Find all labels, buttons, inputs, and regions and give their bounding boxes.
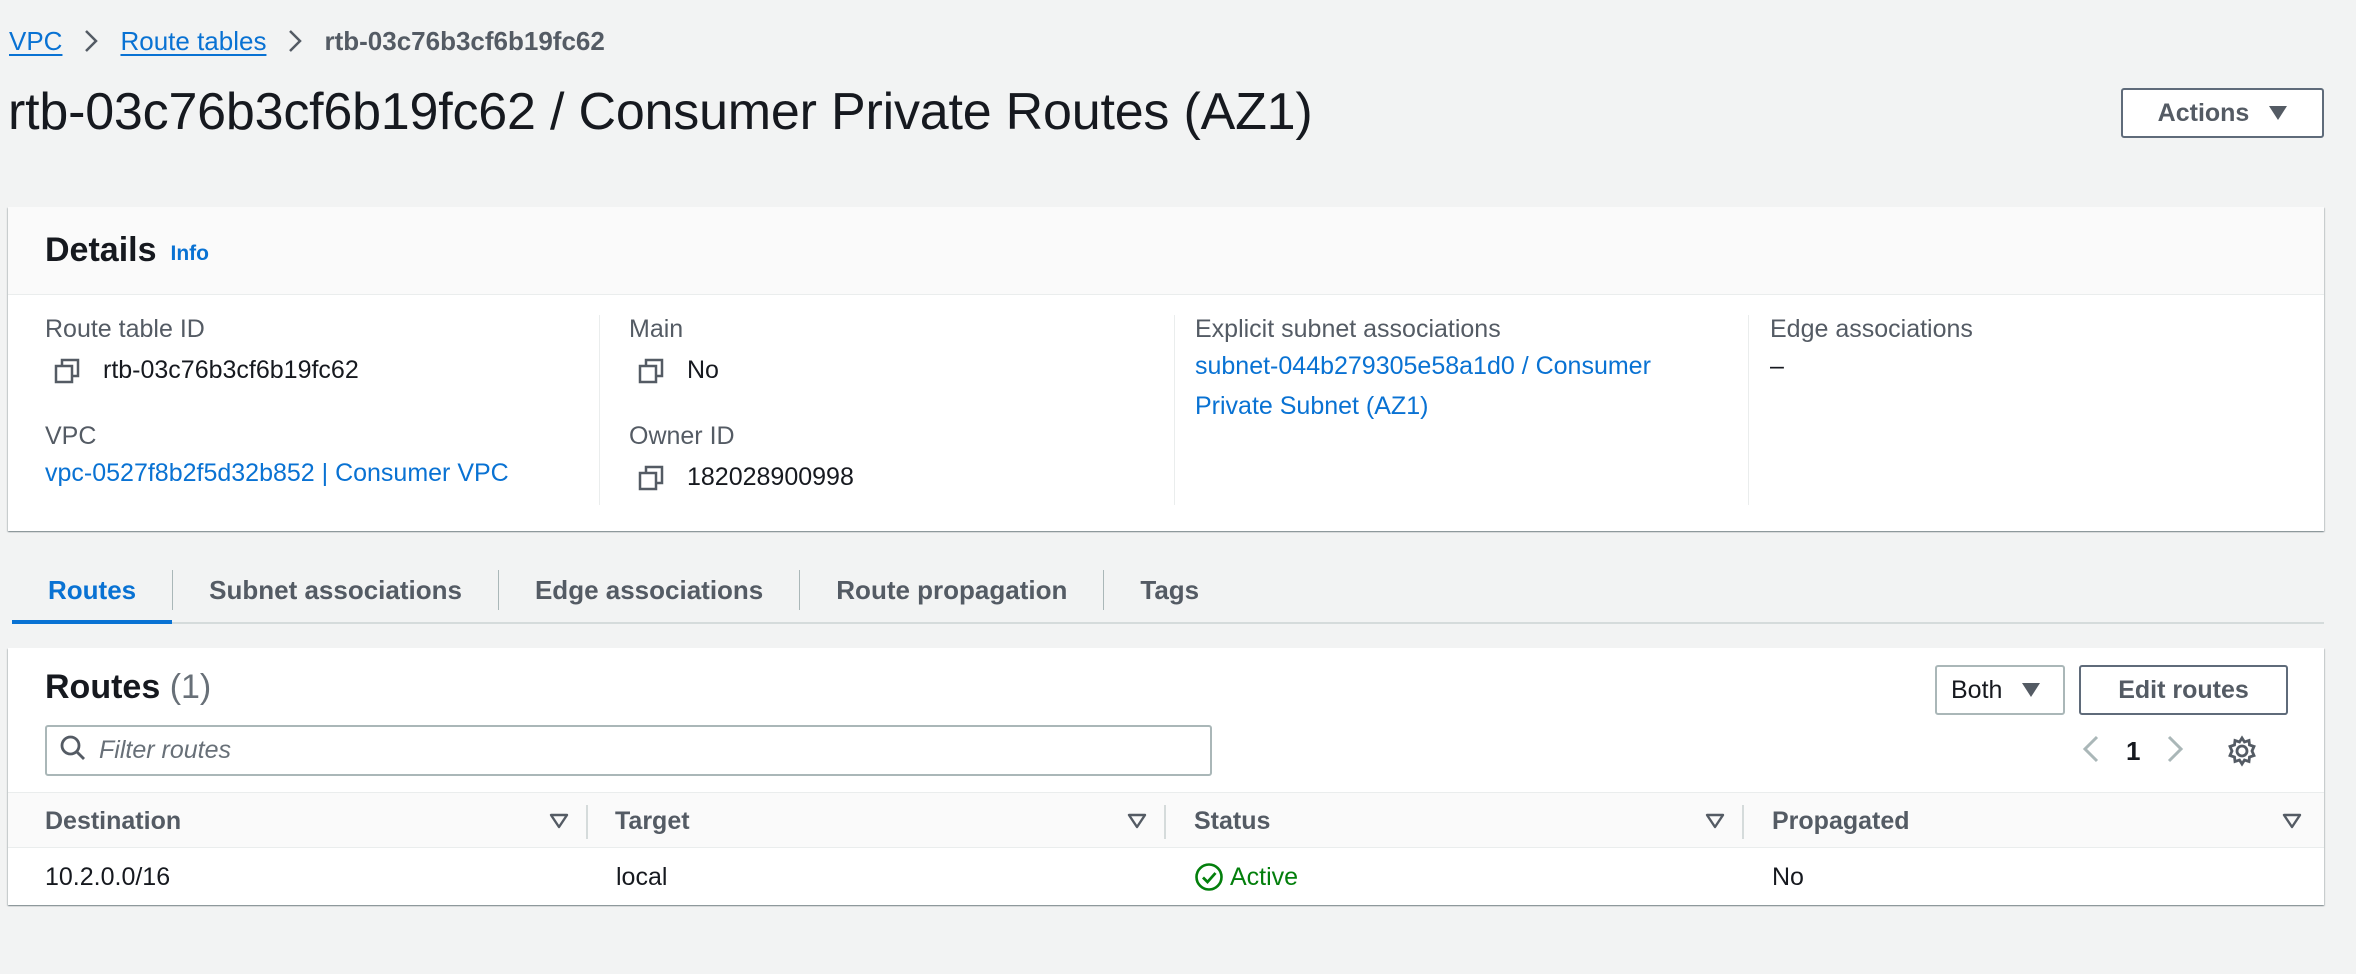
search-icon bbox=[59, 734, 87, 767]
breadcrumb-current: rtb-03c76b3cf6b19fc62 bbox=[324, 25, 605, 56]
details-col-edge: Edge associations – bbox=[1770, 315, 2310, 505]
explicit-subnet-link[interactable]: subnet-044b279305e58a1d0 / Consumer bbox=[1195, 346, 1651, 386]
explicit-subnet-link-cont[interactable]: Private Subnet (AZ1) bbox=[1195, 386, 1651, 426]
column-divider bbox=[1174, 315, 1175, 505]
filter-routes-input[interactable] bbox=[99, 736, 1179, 765]
cell-status: Active bbox=[1194, 849, 1298, 905]
edge-associations-value: – bbox=[1770, 352, 1784, 380]
column-divider bbox=[586, 805, 588, 839]
tab-subnet-associations[interactable]: Subnet associations bbox=[173, 566, 498, 622]
copy-icon[interactable] bbox=[637, 357, 665, 385]
main-label: Main bbox=[629, 315, 684, 343]
pagination: 1 bbox=[2082, 728, 2258, 774]
gear-icon[interactable] bbox=[2226, 735, 2258, 767]
sort-icon[interactable] bbox=[549, 813, 569, 834]
route-table-id-label: Route table ID bbox=[45, 315, 205, 343]
copy-icon[interactable] bbox=[53, 357, 81, 385]
table-row[interactable]: 10.2.0.0/16 local Active No bbox=[8, 849, 2324, 905]
column-divider bbox=[599, 315, 600, 505]
route-filter-value: Both bbox=[1951, 675, 2003, 704]
vpc-label: VPC bbox=[45, 422, 97, 450]
chevron-right-icon bbox=[84, 29, 99, 53]
status-check-icon bbox=[1194, 862, 1224, 892]
chevron-right-icon[interactable] bbox=[2166, 734, 2184, 769]
sort-icon[interactable] bbox=[2282, 813, 2302, 834]
breadcrumb-route-tables[interactable]: Route tables bbox=[120, 26, 266, 57]
routes-panel: Routes (1) Both Edit routes 1 bbox=[8, 648, 2324, 905]
column-header-status[interactable]: Status bbox=[1194, 793, 1270, 849]
cell-target: local bbox=[616, 862, 668, 891]
caret-down-icon bbox=[2022, 683, 2041, 697]
owner-id-value: 182028900998 bbox=[687, 463, 854, 491]
column-divider bbox=[1748, 315, 1749, 505]
tab-tags[interactable]: Tags bbox=[1104, 566, 1235, 622]
explicit-subnet-label: Explicit subnet associations bbox=[1195, 315, 1501, 343]
route-filter-select[interactable]: Both bbox=[1935, 665, 2065, 715]
routes-heading: Routes (1) bbox=[45, 668, 211, 707]
tab-route-propagation[interactable]: Route propagation bbox=[800, 566, 1103, 622]
breadcrumb: VPC Route tables rtb-03c76b3cf6b19fc62 bbox=[9, 22, 605, 60]
chevron-left-icon[interactable] bbox=[2082, 734, 2100, 769]
status-text: Active bbox=[1230, 862, 1299, 891]
copy-icon[interactable] bbox=[637, 464, 665, 492]
tab-bar: Routes Subnet associations Edge associat… bbox=[12, 566, 2324, 624]
column-divider bbox=[1164, 805, 1166, 839]
column-header-destination[interactable]: Destination bbox=[45, 793, 181, 849]
routes-table-header: Destination Target Status Propagated bbox=[8, 792, 2324, 848]
sort-icon[interactable] bbox=[1127, 813, 1147, 834]
routes-title: Routes bbox=[45, 668, 161, 706]
caret-down-icon bbox=[2269, 106, 2288, 120]
cell-propagated: No bbox=[1772, 862, 1804, 891]
route-table-id-value: rtb-03c76b3cf6b19fc62 bbox=[103, 356, 359, 384]
cell-destination: 10.2.0.0/16 bbox=[45, 862, 171, 891]
owner-id-label: Owner ID bbox=[629, 422, 735, 450]
chevron-right-icon bbox=[288, 29, 303, 53]
column-header-propagated[interactable]: Propagated bbox=[1772, 793, 1910, 849]
details-col-route-table: Route table ID rtb-03c76b3cf6b19fc62 VPC… bbox=[45, 315, 585, 505]
edit-routes-button[interactable]: Edit routes bbox=[2079, 665, 2288, 715]
main-value: No bbox=[687, 356, 719, 384]
tab-routes[interactable]: Routes bbox=[12, 566, 173, 624]
tab-edge-associations[interactable]: Edge associations bbox=[499, 566, 799, 622]
details-col-subnets: Explicit subnet associations subnet-044b… bbox=[1195, 315, 1735, 505]
routes-count: (1) bbox=[169, 668, 212, 706]
details-header: Details Info bbox=[8, 207, 2324, 295]
details-col-main: Main No Owner ID 182028900998 bbox=[629, 315, 1169, 505]
info-link[interactable]: Info bbox=[171, 242, 209, 266]
edge-associations-label: Edge associations bbox=[1770, 315, 1973, 343]
page-title: rtb-03c76b3cf6b19fc62 / Consumer Private… bbox=[8, 83, 1313, 141]
details-title: Details bbox=[45, 231, 157, 269]
actions-button[interactable]: Actions bbox=[2121, 88, 2324, 138]
sort-icon[interactable] bbox=[1705, 813, 1725, 834]
column-divider bbox=[1742, 805, 1744, 839]
filter-routes-field bbox=[45, 725, 1212, 776]
breadcrumb-vpc[interactable]: VPC bbox=[9, 26, 62, 57]
details-panel: Details Info Route table ID rtb-03c76b3c… bbox=[8, 207, 2324, 531]
column-header-target[interactable]: Target bbox=[615, 793, 690, 849]
page-number[interactable]: 1 bbox=[2126, 736, 2140, 767]
vpc-link[interactable]: vpc-0527f8b2f5d32b852 | Consumer VPC bbox=[45, 453, 509, 493]
actions-button-label: Actions bbox=[2157, 98, 2250, 127]
